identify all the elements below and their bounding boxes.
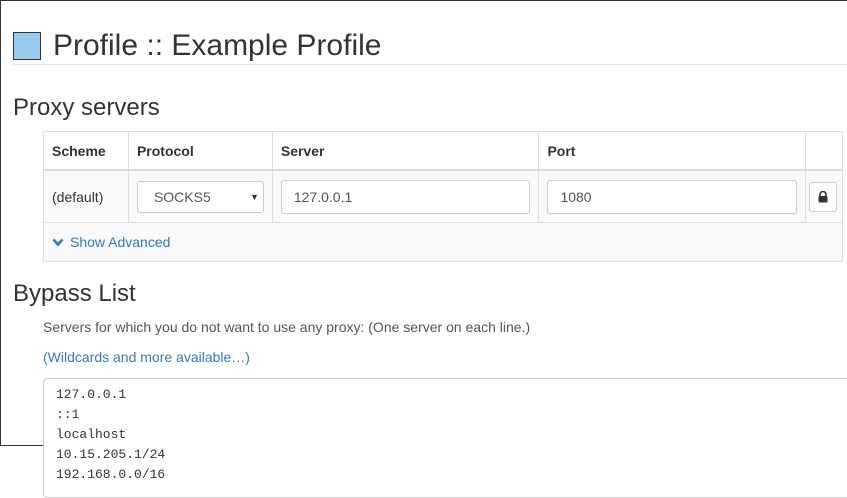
bypass-list-textarea[interactable]: 127.0.0.1 ::1 localhost 10.15.205.1/24 1… — [43, 378, 847, 498]
proxy-servers-table: Scheme Protocol Server Port (default) SO… — [43, 131, 844, 262]
server-cell: 127.0.0.1 — [271, 169, 540, 223]
column-header-protocol: Protocol — [127, 131, 273, 171]
show-advanced-toggle[interactable]: Show Advanced — [52, 234, 834, 250]
bypass-line: 10.15.205.1/24 — [56, 447, 166, 462]
action-cell — [804, 169, 844, 223]
chevron-down-icon — [52, 238, 64, 246]
column-header-port: Port — [538, 131, 806, 171]
bypass-line: ::1 — [56, 407, 80, 422]
proxy-servers-heading: Proxy servers — [13, 94, 160, 121]
wildcards-link[interactable]: (Wildcards and more available…) — [43, 349, 250, 365]
lock-button[interactable] — [808, 181, 837, 212]
window-border-top — [0, 0, 847, 1]
port-input[interactable]: 1080 — [547, 179, 797, 214]
show-advanced-label: Show Advanced — [70, 234, 171, 250]
column-header-actions — [804, 131, 844, 171]
bypass-line: 192.168.0.0/16 — [56, 467, 166, 482]
advanced-row: Show Advanced — [43, 222, 843, 262]
page-title: Profile :: Example Profile — [53, 29, 382, 63]
bypass-line: localhost — [56, 427, 127, 442]
lock-icon — [818, 190, 828, 202]
page-header: Profile :: Example Profile — [13, 10, 381, 82]
window-border-left — [0, 0, 1, 445]
advanced-cell: Show Advanced — [43, 222, 843, 262]
bypass-help-text: Servers for which you do not want to use… — [43, 319, 531, 335]
protocol-select-value: SOCKS5 — [153, 188, 211, 205]
header-divider — [13, 64, 847, 65]
protocol-select[interactable]: SOCKS5 ▼ — [136, 180, 264, 213]
bypass-line: 127.0.0.1 — [56, 387, 127, 402]
scheme-cell: (default) — [43, 169, 129, 223]
caret-down-icon: ▼ — [249, 191, 259, 202]
server-input[interactable]: 127.0.0.1 — [280, 179, 531, 214]
profile-color-swatch[interactable] — [13, 32, 41, 61]
port-cell: 1080 — [538, 169, 806, 223]
column-header-scheme: Scheme — [43, 131, 129, 171]
table-header-row: Scheme Protocol Server Port — [43, 131, 844, 171]
bypass-list-heading: Bypass List — [13, 280, 136, 307]
column-header-server: Server — [271, 131, 540, 171]
table-row: (default) SOCKS5 ▼ 127.0.0.1 1080 — [43, 169, 844, 223]
protocol-cell: SOCKS5 ▼ — [127, 169, 273, 223]
